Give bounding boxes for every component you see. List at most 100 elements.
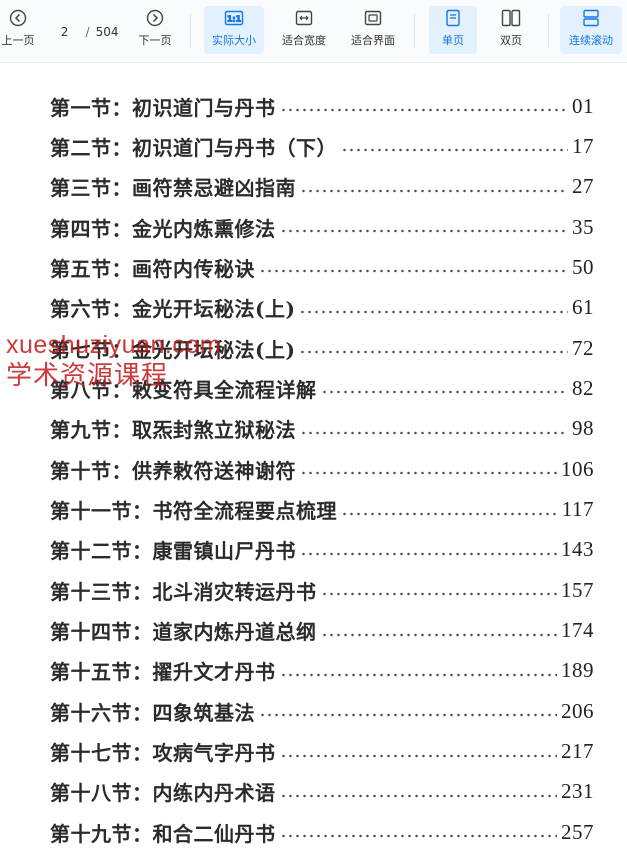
toc-entry-title: 第十一节：书符全流程要点梳理 [50, 499, 337, 523]
toc-entry-page: 117 [561, 497, 594, 521]
toc-leader-dots [300, 471, 557, 476]
toc-entry-page: 157 [561, 577, 594, 602]
toc-entry[interactable]: 第九节：取炁封煞立狱秘法 98 [50, 414, 594, 444]
page-separator: / [85, 25, 90, 39]
toc-leader-dots [279, 229, 568, 234]
toc-entry[interactable]: 第三节：画符禁忌避凶指南 27 [50, 172, 594, 202]
toc-entry-page: 189 [561, 658, 594, 683]
toc-leader-dots [279, 108, 568, 112]
viewer-toolbar: 上一页 2 / 504 下一页 1:1 实际大小 适合宽度 适合界面 单页 双页… [0, 0, 627, 63]
toc-entry-page: 17 [572, 133, 594, 158]
toc-entry[interactable]: 第五节：画符内传秘诀 50 [50, 252, 594, 282]
double-page-button[interactable]: 双页 [487, 6, 535, 54]
prev-page-button[interactable]: 上一页 [0, 6, 36, 54]
toc-entry[interactable]: 第十一节：书符全流程要点梳理 117 [50, 495, 594, 525]
toc-entry-page: 143 [561, 537, 594, 562]
toc-leader-dots [300, 430, 568, 435]
toc-leader-dots [320, 632, 557, 637]
toc-entry-title: 第十节：供养敕符送神谢符 [50, 458, 296, 483]
toc-entry-page: 01 [572, 93, 594, 118]
toc-entry[interactable]: 第七节：金光开坛秘法(上) 72 [50, 333, 594, 363]
prev-page-label: 上一页 [1, 34, 35, 47]
toc-entry-title: 第九节：取炁封煞立狱秘法 [50, 418, 296, 443]
actual-size-button[interactable]: 1:1 实际大小 [204, 6, 264, 54]
actual-size-label: 实际大小 [212, 34, 256, 47]
toc-entry[interactable]: 第十二节：康雷镇山尸丹书 143 [50, 535, 594, 565]
toc-leader-dots [341, 148, 568, 153]
toc-entry[interactable]: 第八节：敕变符具全流程详解 82 [50, 373, 594, 403]
toc-entry-page: 27 [572, 174, 594, 199]
toc-entry-page: 50 [572, 254, 594, 279]
toc-leader-dots [279, 834, 557, 839]
continuous-scroll-icon [583, 9, 599, 27]
continuous-scroll-button[interactable]: 连续滚动 [560, 6, 622, 54]
toc-entry-title: 第三节：画符禁忌避凶指南 [50, 176, 296, 201]
double-page-icon [501, 9, 521, 27]
toc-leader-dots [320, 592, 557, 597]
toc-entry-page: 82 [572, 375, 594, 400]
toc-entry-title: 第十四节：道家内炼丹道总纲 [50, 620, 317, 645]
toc-entry-page: 217 [561, 739, 594, 764]
toc-entry[interactable]: 第十四节：道家内炼丹道总纲 174 [50, 616, 594, 646]
single-page-button[interactable]: 单页 [429, 6, 477, 54]
toc-entry[interactable]: 第十五节：擢升文才丹书 189 [50, 656, 594, 686]
toc-leader-dots [299, 309, 568, 314]
toc-entry[interactable]: 第十三节：北斗消灾转运丹书 157 [50, 575, 594, 605]
toolbar-divider [414, 14, 415, 48]
toc-entry-page: 35 [572, 214, 594, 239]
total-pages: 504 [95, 25, 119, 39]
toc-entry[interactable]: 第二节：初识道门与丹书（下） 17 [50, 131, 594, 161]
toc-entry[interactable]: 第十八节：内练内丹术语 231 [50, 777, 594, 807]
toc-entry-title: 第十七节：攻病气字丹书 [50, 741, 276, 766]
toc-entry-title: 第五节：画符内传秘诀 [50, 256, 255, 281]
next-page-label: 下一页 [138, 34, 172, 47]
toc-leader-dots [279, 753, 557, 758]
toc-entry-title: 第十九节：和合二仙丹书 [50, 821, 276, 846]
toc-entry-page: 257 [561, 819, 594, 844]
page-indicator: 2 / 504 [48, 20, 120, 44]
double-page-label: 双页 [500, 34, 522, 47]
toc-entry-title: 第四节：金光内炼熏修法 [50, 216, 276, 241]
toc-entry[interactable]: 第四节：金光内炼熏修法 35 [50, 212, 594, 242]
toc-entry-title: 第一节：初识道门与丹书 [50, 95, 276, 120]
toc-entry-title: 第十三节：北斗消灾转运丹书 [50, 579, 317, 604]
toc-leader-dots [279, 793, 557, 798]
toc-entry[interactable]: 第一节：初识道门与丹书 01 [50, 91, 594, 121]
toc-entry-title: 第六节：金光开坛秘法(上) [50, 297, 296, 322]
fit-width-icon [295, 10, 313, 26]
toc-entry[interactable]: 第十节：供养敕符送神谢符 106 [50, 454, 594, 484]
toc-leader-dots [320, 390, 568, 395]
actual-size-glyph: 1:1 [227, 14, 242, 23]
toc-entry-title: 第十五节：擢升文才丹书 [50, 660, 276, 685]
fit-width-button[interactable]: 适合宽度 [276, 6, 332, 54]
fit-page-button[interactable]: 适合界面 [344, 6, 402, 54]
toc-entry-title: 第八节：敕变符具全流程详解 [50, 377, 317, 402]
toc-entry-title: 第十八节：内练内丹术语 [50, 781, 276, 806]
chevron-left-circle-icon [9, 9, 27, 27]
single-page-icon [446, 9, 460, 27]
toc-leader-dots [341, 511, 558, 516]
fit-page-icon [364, 10, 382, 26]
fit-page-label: 适合界面 [351, 34, 395, 47]
chevron-right-circle-icon [146, 9, 164, 27]
toc-leader-dots [300, 188, 568, 193]
current-page-input[interactable]: 2 [50, 25, 80, 39]
toc-entry-page: 206 [561, 698, 594, 723]
continuous-scroll-label: 连续滚动 [569, 34, 613, 47]
toc-leader-dots [300, 551, 557, 556]
toc-entry[interactable]: 第十七节：攻病气字丹书 217 [50, 737, 594, 767]
toolbar-divider [548, 14, 549, 48]
toc-entry-page: 231 [561, 779, 594, 804]
toc-leader-dots [299, 350, 568, 355]
fit-width-label: 适合宽度 [282, 34, 326, 47]
toc-entry[interactable]: 第十六节：四象筑基法 206 [50, 696, 594, 726]
toolbar-divider [190, 14, 191, 48]
toc-entry[interactable]: 第六节：金光开坛秘法(上) 61 [50, 293, 594, 323]
toc-entry-title: 第七节：金光开坛秘法(上) [50, 337, 296, 362]
next-page-button[interactable]: 下一页 [132, 6, 178, 54]
toc-entry[interactable]: 第十九节：和合二仙丹书 257 [50, 817, 594, 847]
single-page-label: 单页 [442, 34, 464, 47]
document-page: 第一节：初识道门与丹书 01 第二节：初识道门与丹书（下） 17 第三节：画符禁忌避凶指… [0, 63, 627, 860]
toc-entry-page: 72 [572, 335, 594, 360]
toc-entry-title: 第十二节：康雷镇山尸丹书 [50, 539, 296, 564]
